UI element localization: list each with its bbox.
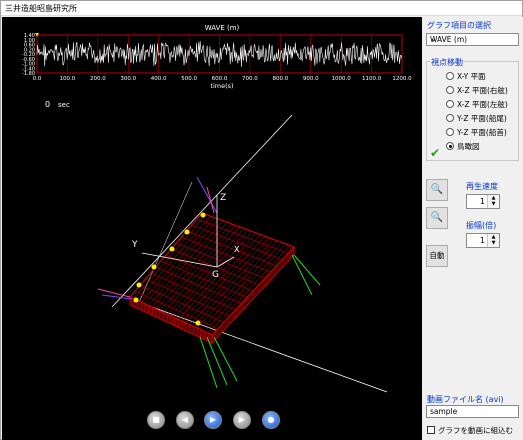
speed-value: 1	[479, 197, 485, 206]
time-value: 0	[45, 100, 50, 109]
wave-x-tick: 1100.0	[362, 76, 382, 82]
amplitude-spinner[interactable]: 1 ▲ ▼	[466, 233, 500, 248]
view-option-label: X-Z 平面(左舷)	[457, 100, 508, 109]
next-icon: ▶	[238, 415, 246, 424]
time-unit: sec	[58, 101, 70, 109]
radio-dot[interactable]	[446, 128, 454, 136]
stop-icon: ■	[152, 415, 160, 424]
zoom-out-button[interactable]: 🔍	[426, 207, 448, 229]
wave-x-tick: 200.0	[90, 76, 106, 82]
control-panel: グラフ項目の選択 WAVE (m) ⌄ 視点移動 X-Y 平面 X-Z 平面(右舷…	[422, 17, 523, 440]
view-option-radio[interactable]: X-Z 平面(右舷)	[446, 85, 508, 96]
auto-button[interactable]: 自動	[426, 245, 448, 267]
radio-dot[interactable]	[446, 114, 454, 122]
app-window: 三井造船昭島研究所 WAVE (m) 1.40 1.00 0.60 0.20 -0.20…	[0, 0, 523, 440]
hull-grid-line	[137, 215, 211, 301]
radio-dot[interactable]	[446, 72, 454, 80]
wave-x-tick: 1200.0	[392, 76, 412, 82]
view-option-label: Y-Z 平面(船尾)	[457, 114, 507, 123]
scene-svg: WAVE (m) 1.401.000.600.20-0.20-0.60-1.00…	[22, 24, 412, 393]
wave-x-tick: 300.0	[120, 76, 136, 82]
wave-x-tick: 700.0	[242, 76, 258, 82]
simulation-canvas[interactable]: WAVE (m) 1.40 1.00 0.60 0.20 -0.20 -0.60 -1.00…	[2, 17, 422, 440]
graph-item-select[interactable]: WAVE (m) ⌄	[426, 33, 519, 46]
amplitude-down-arrow[interactable]: ▼	[488, 240, 499, 246]
view-option-radio[interactable]: 鳥瞰図	[446, 141, 480, 152]
speed-label: 再生速度	[466, 182, 498, 191]
movie-file-value: sample	[430, 407, 458, 416]
movie-file-input[interactable]: sample	[426, 405, 519, 418]
title-bar: 三井造船昭島研究所	[1, 1, 522, 16]
movie-file-label: 動画ファイル名 (avi)	[427, 395, 504, 404]
wave-x-tick: 900.0	[303, 76, 319, 82]
embed-graph-checkbox[interactable]: グラフを動画に組込む	[427, 425, 513, 436]
previous-icon: ◀	[181, 415, 189, 424]
speed-down-arrow[interactable]: ▼	[488, 201, 499, 207]
axis-y-label: Y	[131, 240, 138, 250]
view-option-radio[interactable]: Y-Z 平面(船尾)	[446, 113, 507, 124]
radio-dot[interactable]	[446, 86, 454, 94]
coordinate-axes: Z Y X G	[131, 193, 240, 280]
amplitude-value: 1	[479, 236, 485, 245]
wave-chart: 1.401.000.600.20-0.20-0.60-1.00-1.40-1.8…	[22, 33, 412, 82]
view-option-radio[interactable]: X-Z 平面(左舷)	[446, 99, 508, 110]
wave-x-tick: 1000.0	[332, 76, 352, 82]
axis-x-label: X	[234, 245, 240, 254]
view-option-label: 鳥瞰図	[457, 142, 480, 151]
wave-chart-title: WAVE (m)	[205, 24, 240, 32]
wave-x-tick: 0.0	[33, 76, 42, 82]
wave-x-tick: 800.0	[272, 76, 288, 82]
radio-dot[interactable]	[446, 100, 454, 108]
view-option-label: Y-Z 平面(船首)	[457, 128, 507, 137]
viewpoint-label: 視点移動	[430, 57, 464, 68]
speed-spinner[interactable]: 1 ▲ ▼	[466, 194, 500, 209]
view-option-label: X-Z 平面(右舷)	[457, 86, 508, 95]
record-icon: ●	[267, 415, 275, 424]
view-option-radio[interactable]: Y-Z 平面(船首)	[446, 127, 507, 138]
checkmark-icon: ✔	[430, 146, 441, 160]
view-option-label: X-Y 平面	[457, 72, 486, 81]
hull-grid-line	[200, 242, 282, 330]
play-icon: ▶	[209, 415, 217, 424]
hull-grid-line	[208, 245, 291, 334]
reference-line-lower	[151, 306, 388, 393]
wave-x-tick: 500.0	[181, 76, 197, 82]
previous-button[interactable]: ◀	[176, 411, 194, 429]
record-button[interactable]: ●	[262, 411, 280, 429]
embed-graph-label: グラフを動画に組込む	[438, 426, 513, 435]
zoom-in-icon: 🔍	[430, 184, 444, 195]
zoom-out-icon: 🔍	[430, 212, 444, 223]
hull-grid-line	[144, 219, 219, 305]
stop-button[interactable]: ■	[147, 411, 165, 429]
checkbox-box[interactable]	[427, 426, 435, 434]
wave-x-tick: 100.0	[60, 76, 76, 82]
axis-origin-label: G	[212, 270, 219, 280]
mooring-lines	[97, 176, 321, 389]
hull-grid-line	[133, 214, 207, 299]
radio-dot[interactable]	[446, 142, 454, 150]
play-button[interactable]: ▶	[204, 411, 222, 429]
view-option-radio[interactable]: X-Y 平面	[446, 71, 486, 82]
wave-xlabel: time(s)	[210, 82, 233, 90]
reference-line-short	[136, 181, 193, 308]
amplitude-label: 振幅(倍)	[466, 221, 497, 230]
window-title: 三井造船昭島研究所	[5, 4, 77, 13]
next-button[interactable]: ▶	[233, 411, 251, 429]
hull-grid-line	[152, 222, 228, 308]
chevron-down-icon: ⌄	[430, 34, 437, 43]
wave-x-tick: 400.0	[151, 76, 167, 82]
graph-select-label: グラフ項目の選択	[427, 21, 491, 30]
zoom-in-button[interactable]: 🔍	[426, 179, 448, 201]
axis-z-label: Z	[220, 193, 226, 203]
